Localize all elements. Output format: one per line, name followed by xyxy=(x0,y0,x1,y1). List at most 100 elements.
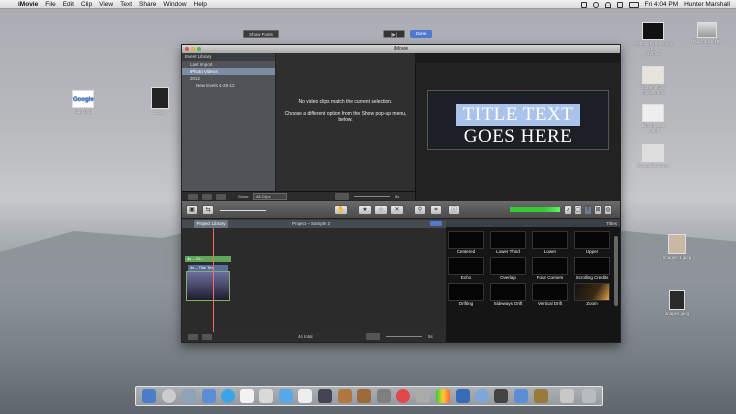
clip-title-bar-1[interactable]: 4s – Ce... xyxy=(185,256,231,262)
menu-help[interactable]: Help xyxy=(194,1,207,8)
menu-edit[interactable]: Edit xyxy=(63,1,74,8)
window-titlebar[interactable]: iMovie xyxy=(182,45,620,53)
desktop-icon-images-1[interactable]: Images-1.jpeg xyxy=(656,234,698,260)
clip-size-slider[interactable] xyxy=(220,210,266,211)
trash-icon[interactable] xyxy=(582,389,596,403)
desktop-icon-images[interactable]: images.jpeg xyxy=(656,290,698,316)
inspector-icon[interactable]: ⓘ xyxy=(448,205,460,215)
crop-icon[interactable]: ⌗ xyxy=(430,205,442,215)
thumbnail-toggle[interactable] xyxy=(335,193,349,200)
quicktime-icon[interactable] xyxy=(514,389,528,403)
play-fullscreen-icon[interactable] xyxy=(202,334,212,340)
mail-icon[interactable] xyxy=(202,389,216,403)
title-line-2[interactable]: GOES HERE xyxy=(443,127,593,147)
camera-icon[interactable]: ▣ xyxy=(186,205,198,215)
bluetooth-icon[interactable] xyxy=(592,1,599,8)
menu-file[interactable]: File xyxy=(45,1,55,8)
desktop-icon-movie[interactable]: Getting to the shop 1... (3).mov xyxy=(632,22,674,56)
photo-booth-icon[interactable] xyxy=(318,389,332,403)
project-library-tab[interactable]: Project Library xyxy=(194,220,228,228)
project-zoom-slider[interactable] xyxy=(386,336,422,337)
chrome-icon[interactable] xyxy=(396,389,410,403)
system-preferences-icon[interactable] xyxy=(416,389,430,403)
title-style-zoom[interactable]: Zoom xyxy=(572,282,614,306)
calendar-icon[interactable] xyxy=(259,389,273,403)
project-thumb-toggle[interactable] xyxy=(366,333,380,340)
battery-icon[interactable] xyxy=(628,1,639,8)
volume-icon[interactable] xyxy=(616,1,623,8)
playhead[interactable] xyxy=(213,228,214,332)
project-clip[interactable] xyxy=(186,271,230,301)
desktop-icon-copy[interactable]: Copy xyxy=(139,87,181,115)
contacts-icon[interactable] xyxy=(240,389,254,403)
play-project-icon[interactable] xyxy=(188,334,198,340)
screen-mirror-icon[interactable] xyxy=(580,1,587,8)
reject-icon[interactable]: ✕ xyxy=(390,205,404,215)
menu-share[interactable]: Share xyxy=(139,1,156,8)
garageband-icon[interactable] xyxy=(357,389,371,403)
done-button[interactable]: Done xyxy=(410,30,432,38)
project-maximize-button[interactable] xyxy=(430,221,442,226)
titles-browser-icon[interactable]: T xyxy=(584,205,592,215)
title-style-vertical-drift[interactable]: Vertical Drift xyxy=(530,282,572,306)
safari-icon[interactable] xyxy=(221,389,235,403)
photo-browser-icon[interactable]: ▢ xyxy=(574,205,582,215)
desktop-icon-doctor-lab[interactable]: Doctor Lab ...stuff xyxy=(632,104,674,133)
terminal-icon[interactable] xyxy=(494,389,508,403)
desktop-icon-screenflow-mov[interactable]: Screenflow.mov xyxy=(632,144,674,168)
desktop-icon-logo[interactable]: Google logo.png xyxy=(62,90,104,114)
title-style-upper[interactable]: Upper xyxy=(572,230,614,254)
menu-clock[interactable]: Fri 4:04 PM xyxy=(645,1,679,8)
event-item-iphoto-videos[interactable]: iPhoto Videos xyxy=(182,68,275,75)
minimize-button[interactable] xyxy=(191,47,195,51)
iphoto-icon[interactable] xyxy=(338,389,352,403)
hand-icon[interactable]: ✋ xyxy=(334,205,348,215)
apple-menu-icon[interactable] xyxy=(5,0,13,8)
title-style-echo[interactable]: Echo xyxy=(446,256,488,280)
menu-clip[interactable]: Clip xyxy=(81,1,92,8)
zoom-slider[interactable] xyxy=(354,196,390,197)
launchpad-icon[interactable] xyxy=(162,389,176,403)
transitions-browser-icon[interactable]: ⊠ xyxy=(594,205,602,215)
zoom-button[interactable] xyxy=(197,47,201,51)
menu-user[interactable]: Hunter Marshall xyxy=(684,1,730,8)
event-item-last-import[interactable]: Last Import xyxy=(182,61,275,68)
title-style-lower[interactable]: Lower xyxy=(530,230,572,254)
imovie-icon[interactable] xyxy=(534,389,548,403)
favorite-icon[interactable]: ★ xyxy=(358,205,372,215)
title-style-lower-third[interactable]: Lower Third xyxy=(488,230,530,254)
show-fonts-button[interactable]: Show Fonts xyxy=(243,30,279,38)
menu-app-name[interactable]: iMovie xyxy=(18,1,38,8)
play-preview-button[interactable]: |▶| xyxy=(383,30,405,38)
show-select[interactable]: All Clips xyxy=(253,193,287,200)
downloads-stack-icon[interactable] xyxy=(560,389,574,403)
title-style-four-corners[interactable]: Four Corners xyxy=(530,256,572,280)
event-item-new-event[interactable]: New Event 4-29-12 xyxy=(182,82,275,89)
title-style-centered[interactable]: Centered xyxy=(446,230,488,254)
title-line-1[interactable]: TITLE TEXT xyxy=(456,104,580,126)
itunes-icon[interactable] xyxy=(279,389,293,403)
activity-monitor-icon[interactable] xyxy=(436,389,450,403)
menu-window[interactable]: Window xyxy=(163,1,186,8)
screenflow-icon[interactable] xyxy=(475,389,489,403)
menu-text[interactable]: Text xyxy=(120,1,132,8)
title-style-sideways-drift[interactable]: Sideways Drift xyxy=(488,282,530,306)
desktop-icon-macintosh-hd[interactable]: Macintosh HD xyxy=(686,22,728,44)
maps-browser-icon[interactable]: ◍ xyxy=(604,205,612,215)
title-style-overlap[interactable]: Overlap xyxy=(488,256,530,280)
app-store-icon[interactable] xyxy=(456,389,470,403)
keyword-icon[interactable]: ⚲ xyxy=(414,205,426,215)
title-style-drifting[interactable]: Drifting xyxy=(446,282,488,306)
title-style-scrolling-credits[interactable]: Scrolling Credits xyxy=(572,256,614,280)
desktop-icon-screenflow[interactable]: Screenflow movie.mov xyxy=(632,66,674,95)
event-item-2012[interactable]: 2012 xyxy=(182,75,275,82)
menu-view[interactable]: View xyxy=(99,1,113,8)
unmark-icon[interactable]: ☆ xyxy=(374,205,388,215)
finder-icon[interactable] xyxy=(142,389,156,403)
mission-control-icon[interactable] xyxy=(182,389,196,403)
close-button[interactable] xyxy=(185,47,189,51)
swap-icon[interactable]: ⇆ xyxy=(202,205,214,215)
music-browser-icon[interactable]: ♪ xyxy=(564,205,572,215)
wifi-icon[interactable] xyxy=(604,1,611,8)
ical-icon[interactable] xyxy=(298,389,312,403)
